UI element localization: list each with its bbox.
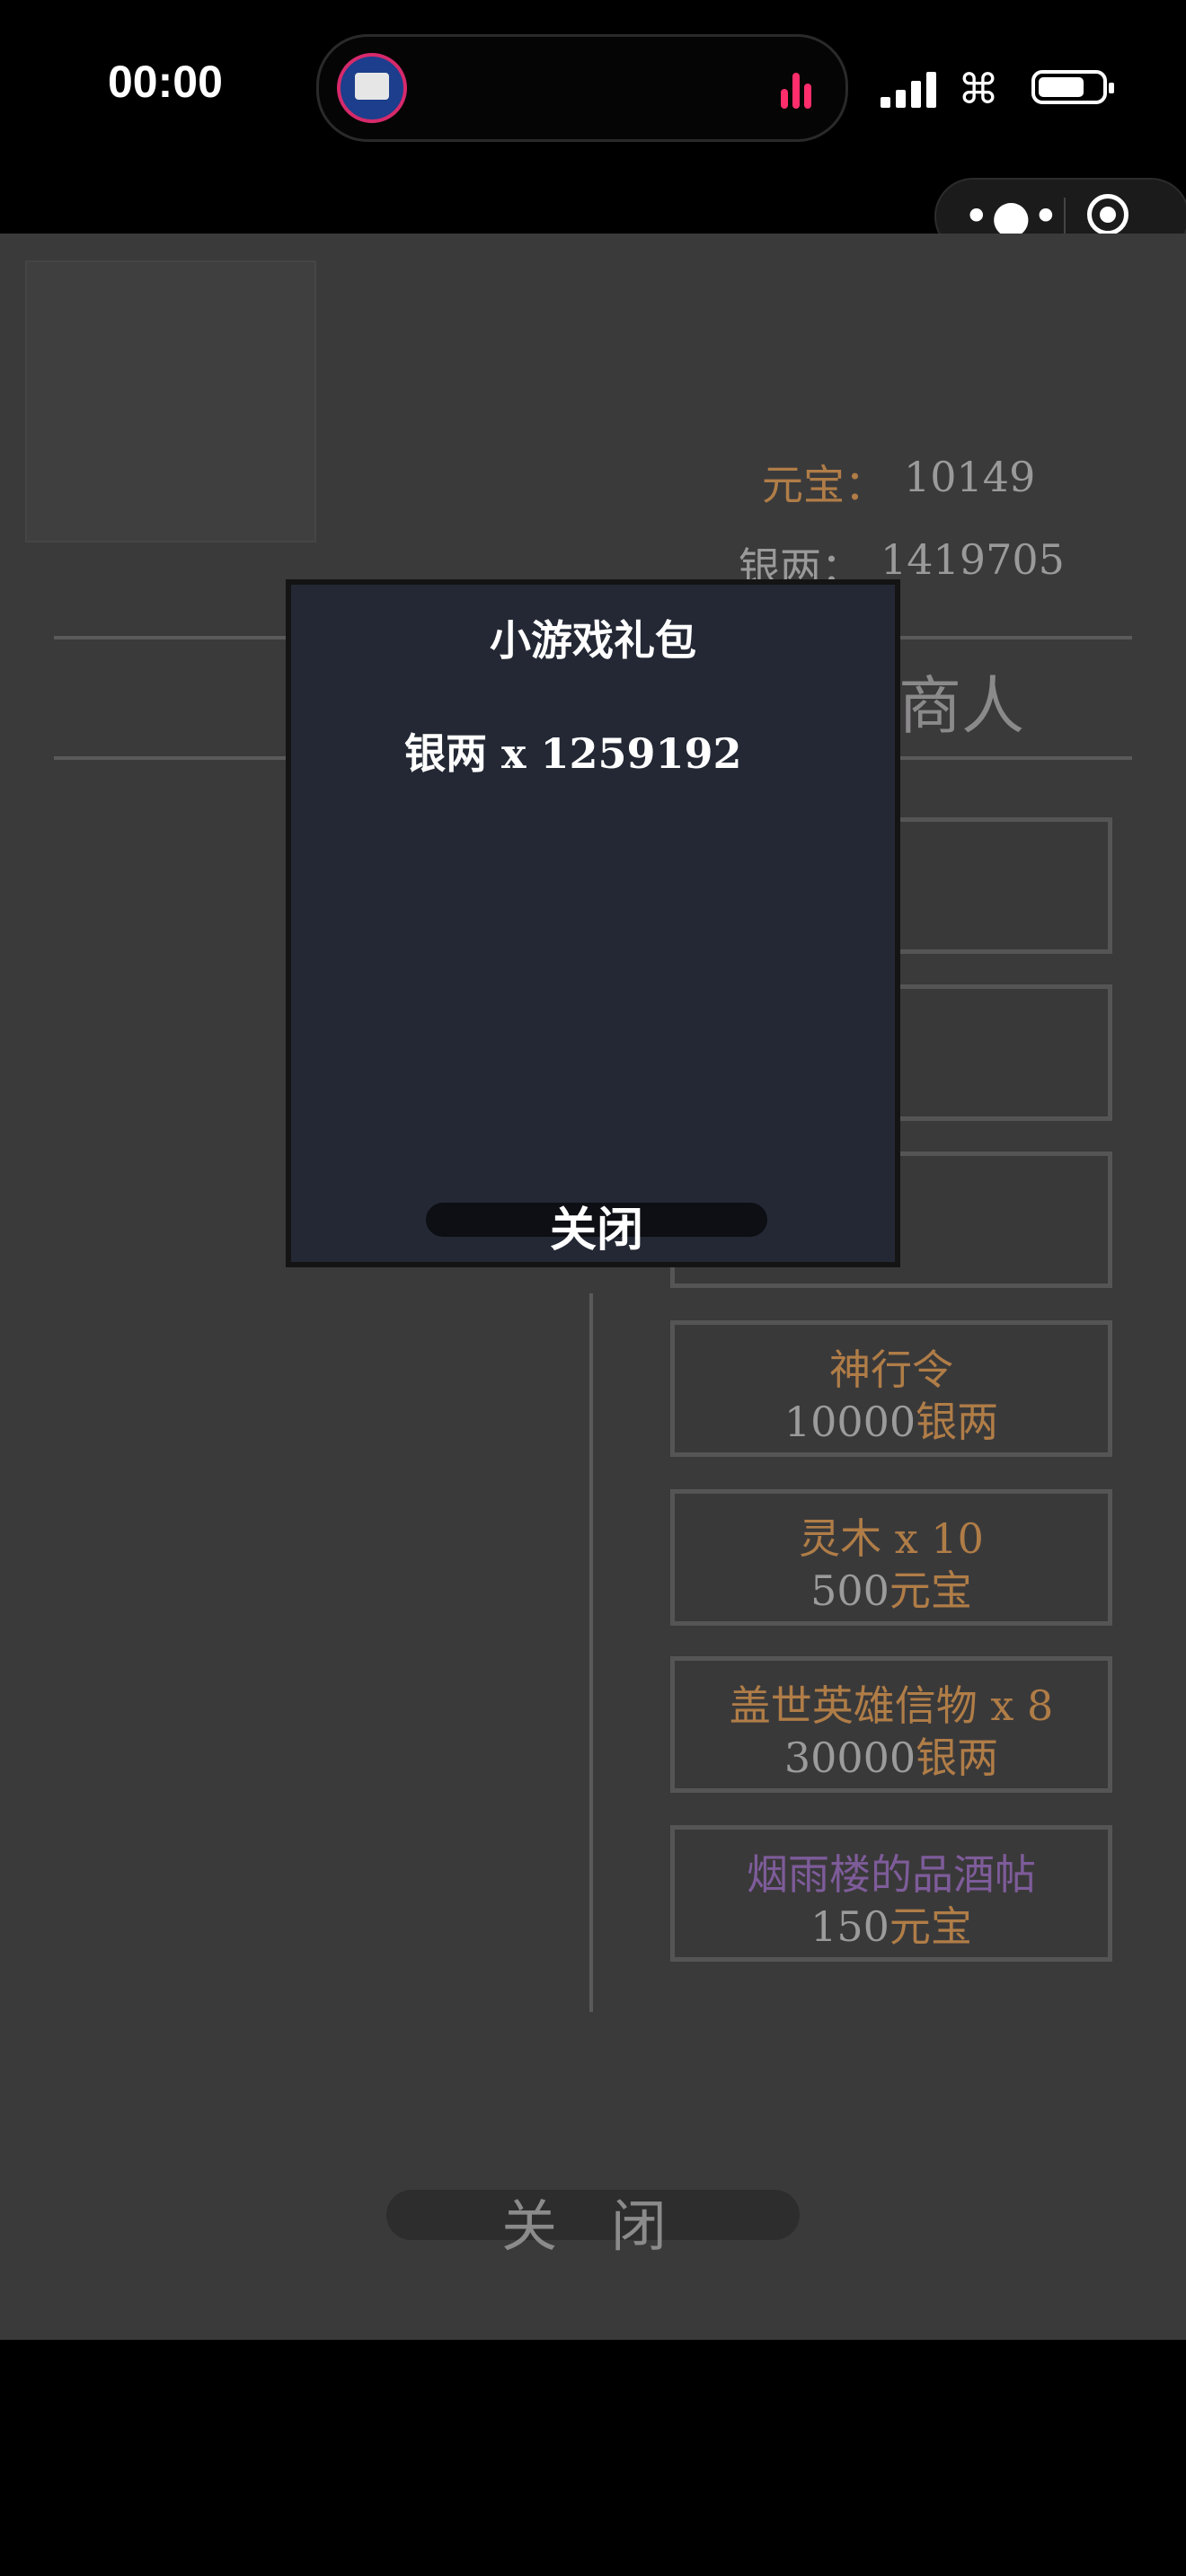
merchant-item[interactable]: 神行令 10000银两: [670, 1320, 1112, 1457]
yuanbao-label: 元宝：: [762, 461, 886, 509]
gift-pack-modal: 小游戏礼包 银两 x 1259192 关闭: [286, 579, 900, 1267]
bottom-close-label: 关 闭: [501, 2193, 685, 2259]
app-avatar-icon: [337, 53, 407, 123]
merchant-item-name: 灵木 x 10: [799, 1514, 984, 1563]
merchant-item[interactable]: 盖世英雄信物 x 8 30000银两: [670, 1656, 1112, 1793]
status-time: 00:00: [108, 57, 223, 107]
bottom-close-button[interactable]: 关 闭: [386, 2165, 800, 2263]
modal-close-label: 关闭: [549, 1203, 643, 1257]
dynamic-island: [316, 34, 848, 142]
yinliang-value: 1419705: [881, 535, 1065, 584]
reward-item: 银两 x 1259192: [404, 729, 742, 778]
wifi-icon: ⌘: [958, 65, 999, 113]
merchant-item-price: 500元宝: [810, 1566, 972, 1615]
character-portrait: [25, 260, 316, 543]
merchant-item[interactable]: 烟雨楼的品酒帖 150元宝: [670, 1825, 1112, 1962]
audio-bars-icon: [781, 69, 820, 109]
modal-close-button[interactable]: 关闭: [426, 1181, 767, 1257]
merchant-title: 商人: [898, 669, 1024, 743]
merchant-item-price: 30000银两: [783, 1734, 999, 1782]
merchant-item-price: 150元宝: [810, 1902, 972, 1951]
battery-icon: [1031, 70, 1114, 104]
game-area: 元宝： 10149 银两： 1419705 商人 神行令 10000银两 灵木 …: [0, 234, 1186, 2340]
merchant-item-name: 烟雨楼的品酒帖: [747, 1850, 1036, 1899]
merchant-item-name: 盖世英雄信物 x 8: [729, 1681, 1054, 1730]
exit-miniprogram-icon[interactable]: [1087, 194, 1128, 235]
signal-icon: [881, 70, 942, 108]
merchant-item[interactable]: 灵木 x 10 500元宝: [670, 1489, 1112, 1626]
bottom-blank: [0, 2340, 1186, 2576]
merchant-item-name: 神行令: [829, 1345, 953, 1394]
yuanbao-value: 10149: [904, 453, 1036, 501]
column-divider: [589, 1293, 593, 2012]
status-bar: 00:00 ⌘: [0, 0, 1186, 180]
merchant-item-price: 10000银两: [783, 1398, 999, 1446]
modal-title: 小游戏礼包: [490, 616, 696, 665]
